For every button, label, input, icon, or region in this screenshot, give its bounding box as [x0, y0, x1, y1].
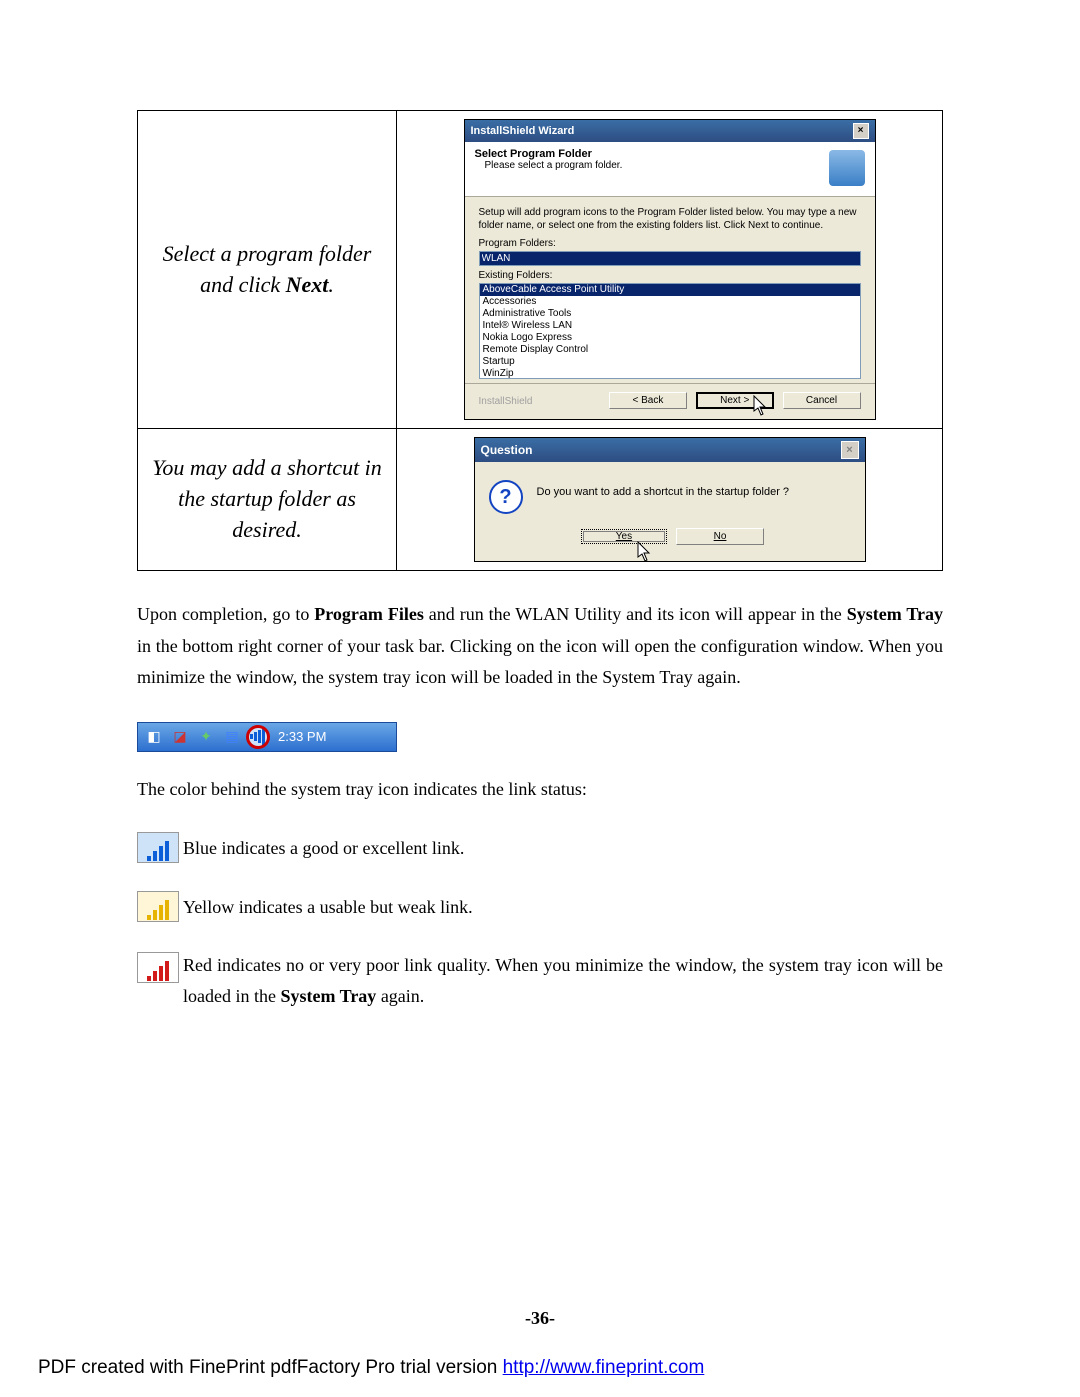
question-text: Do you want to add a shortcut in the sta…	[537, 480, 790, 498]
cancel-button[interactable]: Cancel	[783, 392, 861, 409]
status-blue-text: Blue indicates a good or excellent link.	[183, 833, 943, 864]
question-icon: ?	[489, 480, 523, 514]
dialog-header-title: Select Program Folder	[475, 148, 623, 160]
text-bold: System Tray	[847, 604, 943, 624]
page-number: -36-	[0, 1308, 1080, 1329]
step-1-text-em: Next	[286, 272, 329, 297]
next-button[interactable]: Next >	[696, 392, 774, 409]
tray-icon: ◧	[144, 727, 164, 747]
signal-red-icon	[137, 952, 179, 983]
dialog-header-subtitle: Please select a program folder.	[475, 160, 623, 171]
status-intro: The color behind the system tray icon in…	[137, 774, 943, 805]
installer-icon	[829, 150, 865, 186]
dialog-header: Select Program Folder Please select a pr…	[465, 142, 875, 197]
text-bold: Program Files	[314, 604, 424, 624]
dialog-footer: InstallShield < Back Next > Cancel	[465, 383, 875, 419]
program-folders-label: Program Folders:	[479, 238, 861, 249]
list-item[interactable]: Intel® Wireless LAN	[480, 320, 860, 332]
question-titlebar: Question ×	[475, 438, 865, 462]
instruction-table: Select a program folder and click Next. …	[137, 110, 943, 571]
question-body: ? Do you want to add a shortcut in the s…	[475, 462, 865, 528]
status-blue-row: Blue indicates a good or excellent link.	[137, 832, 943, 863]
list-item[interactable]: Administrative Tools	[480, 308, 860, 320]
text: and run the WLAN Utility and its icon wi…	[424, 604, 847, 624]
text-bold: System Tray	[280, 986, 376, 1006]
step-1-text-pre: Select a program folder and click	[163, 241, 372, 297]
no-button[interactable]: No	[676, 528, 764, 545]
step-1-screenshot: InstallShield Wizard × Select Program Fo…	[397, 111, 943, 429]
footer-link[interactable]: http://www.fineprint.com	[503, 1357, 705, 1378]
dialog-body: Setup will add program icons to the Prog…	[465, 197, 875, 383]
existing-folders-label: Existing Folders:	[479, 270, 861, 281]
yes-button[interactable]: Yes	[581, 529, 667, 544]
list-item[interactable]: Nokia Logo Express	[480, 332, 860, 344]
status-red-text: Red indicates no or very poor link quali…	[183, 950, 943, 1011]
signal-blue-icon	[137, 832, 179, 863]
status-red-row: Red indicates no or very poor link quali…	[137, 950, 943, 1011]
footer-text: PDF created with FinePrint pdfFactory Pr…	[38, 1357, 503, 1378]
text: Upon completion, go to	[137, 604, 314, 624]
question-title: Question	[481, 443, 533, 457]
dialog-title: InstallShield Wizard	[471, 125, 575, 137]
list-item[interactable]: WinZip	[480, 368, 860, 379]
tray-icon: ◪	[170, 727, 190, 747]
list-item[interactable]: Accessories	[480, 296, 860, 308]
tray-icon: ▤	[222, 727, 242, 747]
paragraph-1: Upon completion, go to Program Files and…	[137, 599, 943, 694]
text: in the bottom right corner of your task …	[137, 636, 943, 688]
pdf-footer: PDF created with FinePrint pdfFactory Pr…	[38, 1357, 704, 1379]
dialog-header-text: Select Program Folder Please select a pr…	[475, 148, 623, 171]
system-tray: ◧ ◪ ✦ ▤ 2:33 PM	[137, 722, 397, 752]
text: again.	[376, 986, 424, 1006]
step-2-text: You may add a shortcut in the startup fo…	[138, 429, 397, 571]
dialog-titlebar: InstallShield Wizard ×	[465, 120, 875, 142]
list-item[interactable]: AboveCable Access Point Utility	[480, 284, 860, 296]
wlan-tray-icon[interactable]	[248, 727, 268, 747]
question-dialog: Question × ? Do you want to add a shortc…	[474, 437, 866, 562]
installshield-dialog: InstallShield Wizard × Select Program Fo…	[464, 119, 876, 420]
list-item[interactable]: Remote Display Control	[480, 344, 860, 356]
status-yellow-row: Yellow indicates a usable but weak link.	[137, 891, 943, 922]
step-1-text: Select a program folder and click Next.	[138, 111, 397, 429]
close-icon[interactable]: ×	[853, 123, 869, 139]
status-yellow-text: Yellow indicates a usable but weak link.	[183, 892, 943, 923]
step-2-screenshot: Question × ? Do you want to add a shortc…	[397, 429, 943, 571]
dialog-description: Setup will add program icons to the Prog…	[479, 207, 861, 232]
existing-folders-list[interactable]: AboveCable Access Point Utility Accessor…	[479, 283, 861, 379]
step-1-text-post: .	[328, 272, 334, 297]
program-folders-input[interactable]	[479, 251, 861, 266]
list-item[interactable]: Startup	[480, 356, 860, 368]
installshield-brand: InstallShield	[479, 396, 533, 407]
tray-clock: 2:33 PM	[278, 729, 326, 744]
back-button[interactable]: < Back	[609, 392, 687, 409]
close-icon[interactable]: ×	[841, 441, 859, 459]
tray-icon: ✦	[196, 727, 216, 747]
question-buttons: Yes No	[475, 528, 865, 561]
signal-yellow-icon	[137, 891, 179, 922]
